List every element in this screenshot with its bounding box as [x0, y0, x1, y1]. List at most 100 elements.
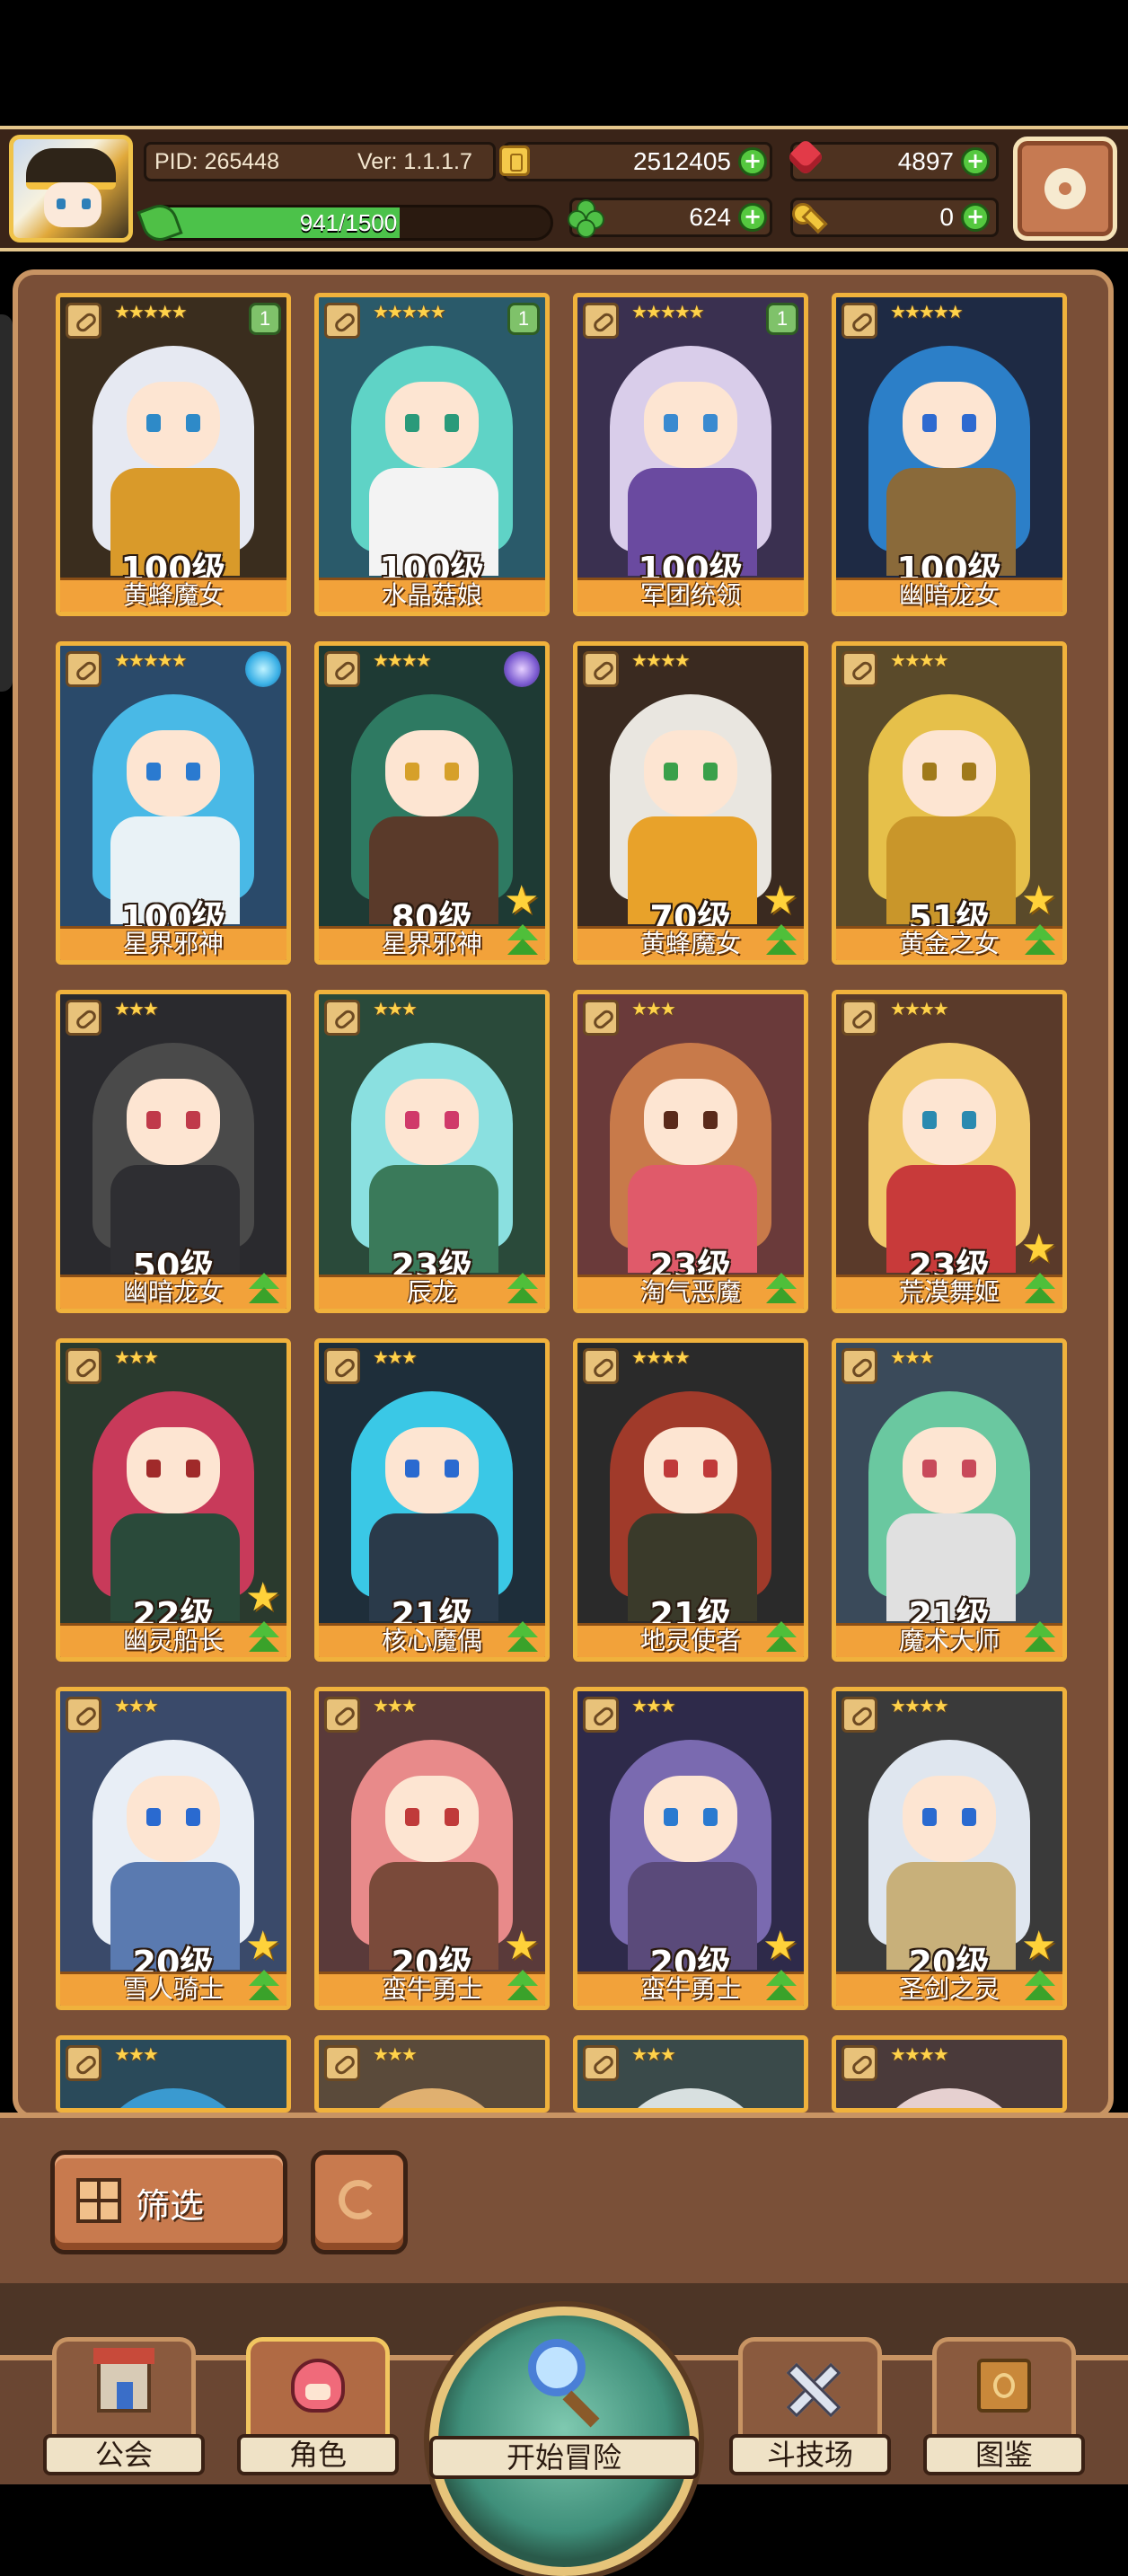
character-card[interactable]: ★★★ 22级 幽灵船长 ★: [56, 1338, 291, 1662]
character-head-icon: [291, 2359, 345, 2413]
start-adventure-button[interactable]: 开始冒险: [429, 2307, 699, 2576]
star-rating: ★★★: [631, 2043, 676, 2065]
star-rating: ★★★★: [373, 649, 432, 671]
character-card[interactable]: ★★★★★ 1 100级 水晶菇娘: [314, 293, 550, 616]
star-rating: ★★★: [373, 998, 418, 1019]
character-name: 黄蜂魔女: [60, 578, 286, 612]
star-rating: ★★★★★: [114, 301, 188, 322]
character-card[interactable]: ★★★★ 20级 圣剑之灵 ★: [832, 1687, 1067, 2010]
refresh-button[interactable]: [311, 2150, 408, 2254]
class-icon: [842, 2045, 877, 2081]
character-name: 幽暗龙女: [836, 578, 1062, 612]
character-name: 军团统领: [577, 578, 804, 612]
nav-characters[interactable]: 角色: [237, 2319, 399, 2477]
star-rating: ★★★: [114, 998, 159, 1019]
star-upgrade-icon: ★: [1021, 1226, 1057, 1272]
class-icon: [324, 651, 360, 687]
filter-bar: 筛选: [0, 2113, 1128, 2283]
filter-button[interactable]: 筛选: [50, 2150, 287, 2254]
refresh-icon: [339, 2180, 378, 2219]
star-rating: ★★★★: [890, 1695, 949, 1716]
character-card[interactable]: ★★★ 21级 魔术大师: [832, 1338, 1067, 1662]
nav-guild[interactable]: 公会: [43, 2319, 205, 2477]
nav-arena-label: 斗技场: [729, 2434, 891, 2475]
crossed-swords-icon: [783, 2359, 837, 2413]
magnifier-icon: [528, 2339, 586, 2396]
count-badge: 1: [766, 303, 798, 335]
class-icon: [583, 1000, 619, 1036]
star-rating: ★★★★★: [373, 301, 446, 322]
character-card[interactable]: ★★★★★ 100级 幽暗龙女: [832, 293, 1067, 616]
level-up-arrow-icon: [245, 1968, 283, 2004]
star-rating: ★★★: [114, 1346, 159, 1368]
character-card[interactable]: ★★★★★ 1 100级 黄蜂魔女: [56, 293, 291, 616]
class-icon: [583, 303, 619, 339]
level-up-arrow-icon: [762, 1968, 800, 2004]
star-upgrade-icon: ★: [504, 1923, 540, 1969]
character-card[interactable]: ★★★: [573, 2035, 808, 2113]
class-icon: [324, 2045, 360, 2081]
codex-book-icon: [977, 2359, 1031, 2413]
star-rating: ★★★: [373, 1346, 418, 1368]
level-up-arrow-icon: [504, 1619, 542, 1655]
filter-label: 筛选: [136, 2186, 205, 2226]
count-badge: 1: [249, 303, 281, 335]
class-icon: [842, 1348, 877, 1384]
level-up-arrow-icon: [762, 1271, 800, 1307]
nav-guild-label: 公会: [43, 2434, 205, 2475]
character-card[interactable]: ★★★★★ 1 100级 军团统领: [573, 293, 808, 616]
star-rating: ★★★★★: [890, 301, 964, 322]
character-card[interactable]: ★★★★ 21级 地灵使者: [573, 1338, 808, 1662]
class-icon: [583, 1348, 619, 1384]
character-card[interactable]: ★★★: [314, 2035, 550, 2113]
nav-codex[interactable]: 图鉴: [923, 2319, 1085, 2477]
level-up-arrow-icon: [504, 1968, 542, 2004]
class-icon: [583, 651, 619, 687]
character-name: 星界邪神: [60, 926, 286, 960]
character-card[interactable]: ★★★ 23级 淘气恶魔: [573, 990, 808, 1313]
guild-hall-icon: [93, 2348, 154, 2413]
star-rating: ★★★★: [890, 2043, 949, 2065]
class-icon: [842, 1000, 877, 1036]
nav-arena[interactable]: 斗技场: [729, 2319, 891, 2477]
class-icon: [324, 303, 360, 339]
character-card[interactable]: ★★★ 20级 雪人骑士 ★: [56, 1687, 291, 2010]
character-card[interactable]: ★★★★: [832, 2035, 1067, 2113]
class-icon: [324, 1697, 360, 1733]
level-up-arrow-icon: [1021, 1271, 1059, 1307]
character-card[interactable]: ★★★ 23级 辰龙: [314, 990, 550, 1313]
character-card[interactable]: ★★★ 20级 蛮牛勇士 ★: [314, 1687, 550, 2010]
character-card[interactable]: ★★★: [56, 2035, 291, 2113]
character-card[interactable]: ★★★ 50级 幽暗龙女: [56, 990, 291, 1313]
level-up-arrow-icon: [245, 1619, 283, 1655]
count-badge: 1: [507, 303, 540, 335]
character-card[interactable]: ★★★★ 70级 黄蜂魔女 ★: [573, 641, 808, 965]
character-grid: ★★★★★ 1 100级 黄蜂魔女 ★★★★★ 1 100级 水晶菇娘 ★★★★★ 1 100级 军团…: [0, 0, 1128, 2120]
character-card[interactable]: ★★★★ 23级 荒漠舞姬 ★: [832, 990, 1067, 1313]
level-up-arrow-icon: [762, 922, 800, 958]
class-icon: [842, 651, 877, 687]
element-orb-icon: [504, 651, 540, 687]
character-card[interactable]: ★★★ 20级 蛮牛勇士 ★: [573, 1687, 808, 2010]
character-card[interactable]: ★★★ 21级 核心魔偶: [314, 1338, 550, 1662]
nav-codex-label: 图鉴: [923, 2434, 1085, 2475]
star-upgrade-icon: ★: [245, 1923, 281, 1969]
star-rating: ★★★★★: [631, 301, 705, 322]
element-orb-icon: [245, 651, 281, 687]
star-rating: ★★★★★: [114, 649, 188, 671]
star-upgrade-icon: ★: [762, 1923, 798, 1969]
star-rating: ★★★: [631, 998, 676, 1019]
star-rating: ★★★★: [890, 649, 949, 671]
level-up-arrow-icon: [1021, 1968, 1059, 2004]
character-card[interactable]: ★★★★ 80级 星界邪神 ★: [314, 641, 550, 965]
star-upgrade-icon: ★: [245, 1575, 281, 1620]
character-name: 水晶菇娘: [319, 578, 545, 612]
character-card[interactable]: ★★★★★ 100级 星界邪神: [56, 641, 291, 965]
level-up-arrow-icon: [504, 922, 542, 958]
grid-icon: [76, 2178, 121, 2223]
class-icon: [842, 303, 877, 339]
level-up-arrow-icon: [1021, 1619, 1059, 1655]
character-card[interactable]: ★★★★ 51级 黄金之女 ★: [832, 641, 1067, 965]
class-icon: [583, 2045, 619, 2081]
class-icon: [66, 303, 101, 339]
